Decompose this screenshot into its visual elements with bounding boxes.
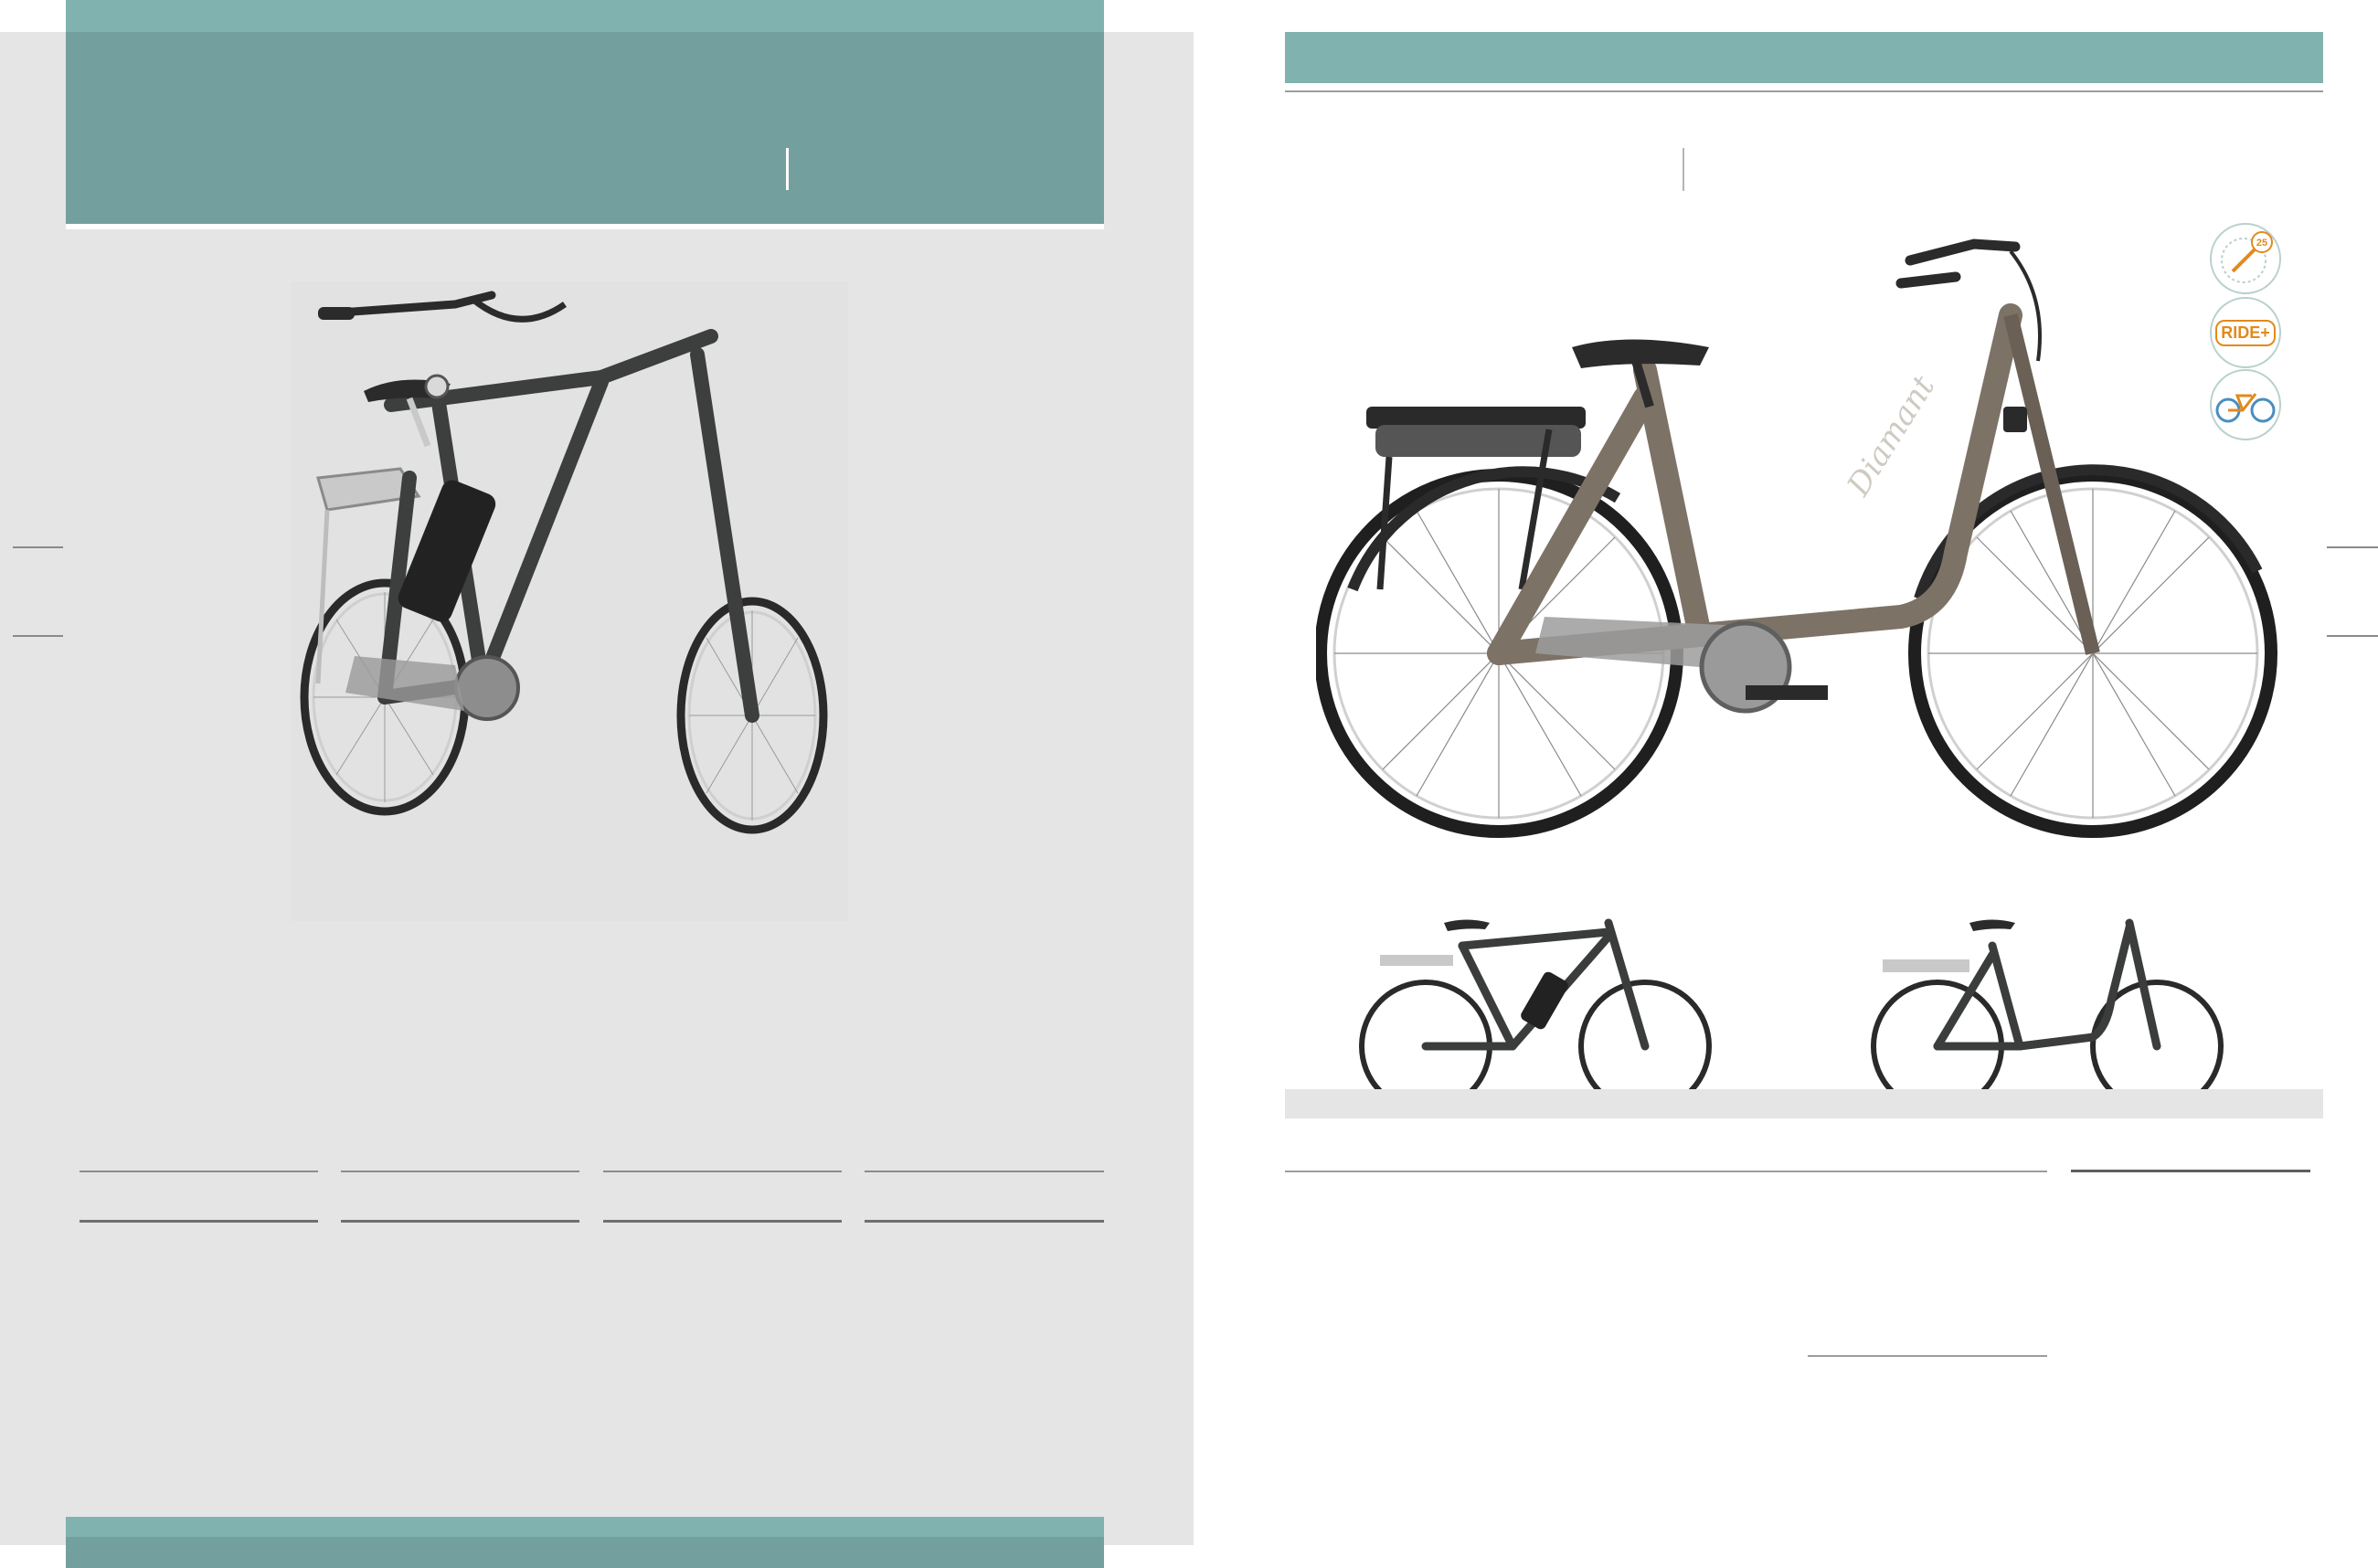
left-footer-band	[66, 1517, 1104, 1537]
thumbnail-diamond-frame-ebike	[1353, 891, 1727, 1113]
right-margin-tick	[2327, 635, 2378, 637]
ride-plus-label: RIDE+	[2215, 319, 2276, 346]
left-header-divider	[786, 148, 789, 190]
spec-rule-top	[80, 1171, 318, 1172]
bike-frame-icon	[2210, 369, 2281, 440]
left-header-underline	[66, 224, 1104, 229]
spec-rule-top	[865, 1171, 1104, 1172]
left-margin-tick	[13, 546, 63, 548]
speed-25-icon: 25	[2210, 223, 2281, 294]
thumbnail-low-step-ebike	[1864, 891, 2239, 1113]
spec-rule-bottom	[341, 1220, 579, 1223]
spec-rule-main	[1285, 1171, 2047, 1172]
right-header-divider	[1683, 148, 1684, 191]
left-bike-image	[291, 281, 848, 921]
left-page-footer	[66, 1517, 1104, 1568]
right-bike-image: Diamant	[1314, 224, 2285, 845]
spec-rule-top	[603, 1171, 842, 1172]
brand-script-text: Diamant	[1840, 369, 1942, 503]
right-header-rule	[1285, 90, 2323, 92]
right-page-header	[1285, 32, 2323, 83]
right-thumbnail-strip	[1285, 1089, 2323, 1118]
left-header-band	[66, 0, 1104, 32]
svg-text:25: 25	[2256, 238, 2267, 249]
spec-rule-bottom	[80, 1220, 318, 1223]
spec-rule-bottom	[603, 1220, 842, 1223]
low-step-ebike-illustration: Diamant	[1314, 238, 2277, 838]
trekking-ebike-illustration	[300, 291, 828, 834]
left-margin-tick	[13, 635, 63, 637]
right-margin-tick	[2327, 546, 2378, 548]
ride-plus-icon: RIDE+	[2210, 297, 2281, 368]
spec-rule-small	[1808, 1355, 2047, 1357]
spec-rule-side	[2071, 1170, 2310, 1172]
spec-rule-bottom	[865, 1220, 1104, 1223]
left-page-header	[66, 0, 1104, 229]
spec-rule-top	[341, 1171, 579, 1172]
